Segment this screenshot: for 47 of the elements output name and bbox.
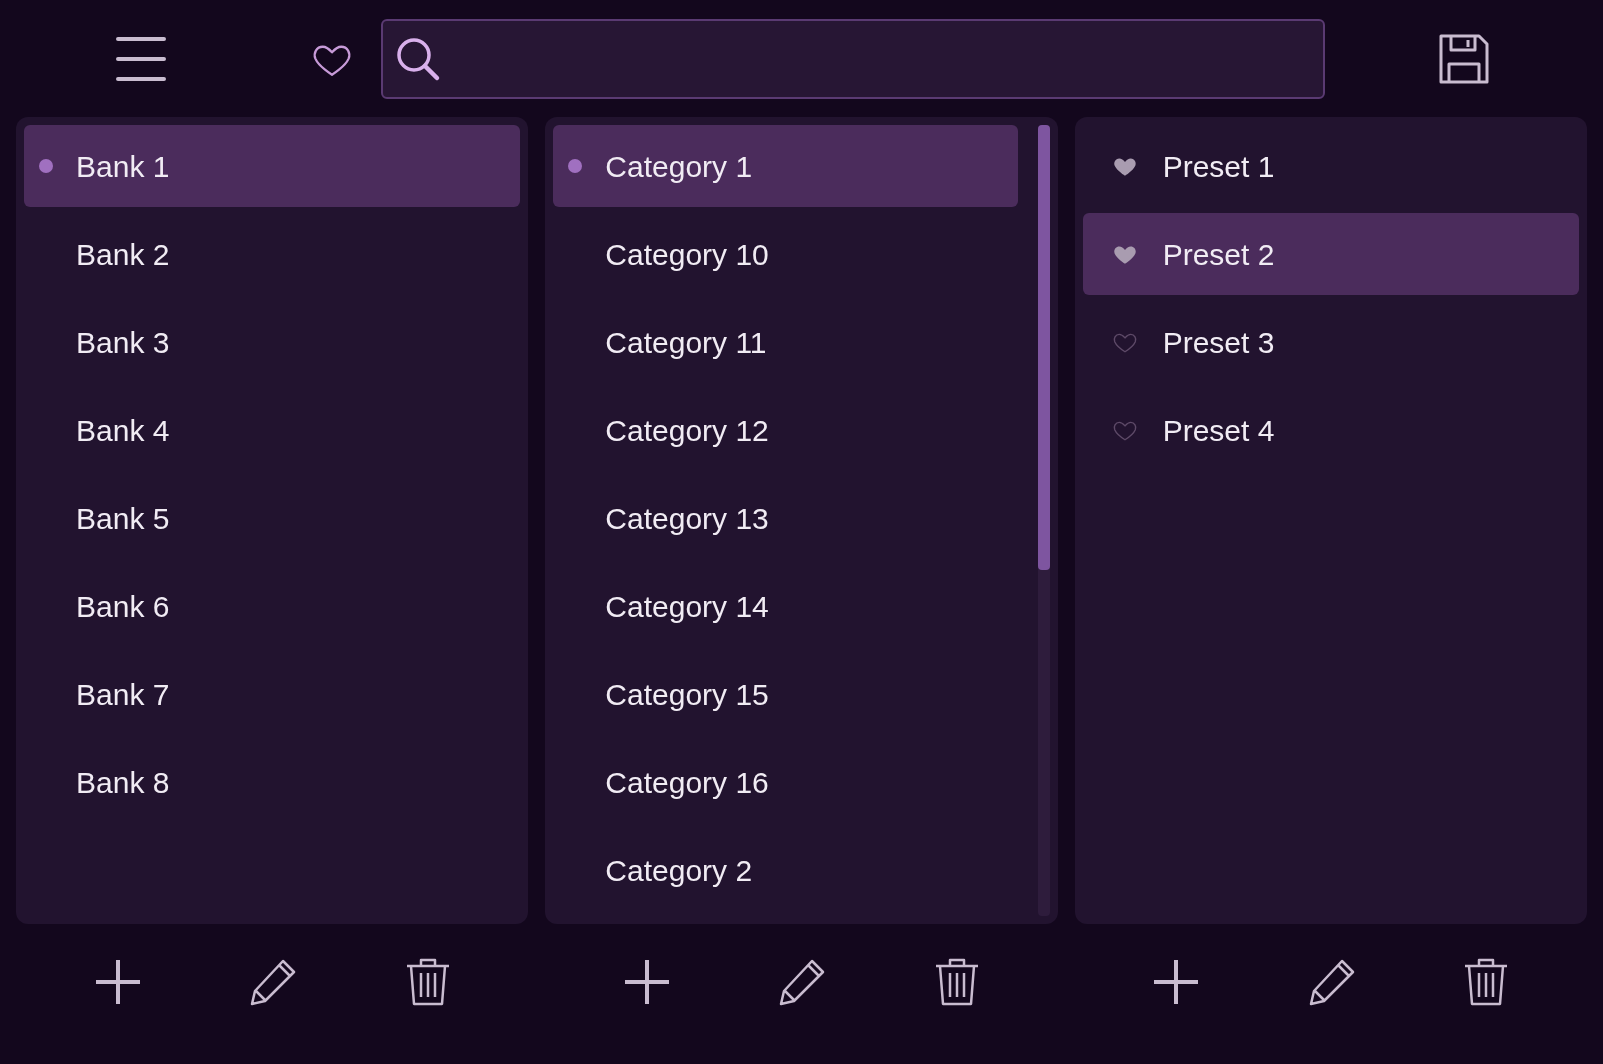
- list-item[interactable]: Bank 5: [24, 477, 521, 559]
- list-item[interactable]: Preset 1: [1082, 125, 1579, 207]
- item-label: Category 11: [605, 324, 767, 361]
- item-label: Category 14: [605, 588, 769, 625]
- item-label: Category 1: [605, 148, 753, 185]
- list-item[interactable]: Preset 4: [1082, 389, 1579, 471]
- search-icon: [395, 35, 441, 82]
- search-field[interactable]: [381, 18, 1325, 99]
- item-label: Bank 8: [76, 764, 170, 801]
- scrollbar[interactable]: [1037, 125, 1050, 916]
- list-item[interactable]: Bank 2: [24, 213, 521, 295]
- item-label: Preset 2: [1162, 236, 1275, 273]
- item-label: Category 10: [605, 236, 769, 273]
- item-label: Category 16: [605, 764, 769, 801]
- list-item[interactable]: Category 13: [553, 477, 1018, 559]
- list-item[interactable]: Category 12: [553, 389, 1018, 471]
- item-label: Bank 7: [76, 676, 170, 713]
- list-item[interactable]: Category 2: [553, 829, 1018, 911]
- item-label: Category 15: [605, 676, 769, 713]
- list-item[interactable]: Bank 7: [24, 653, 521, 735]
- list-item[interactable]: Bank 4: [24, 389, 521, 471]
- list-item[interactable]: Category 15: [553, 653, 1018, 735]
- list-item[interactable]: Category 10: [553, 213, 1018, 295]
- list-item[interactable]: Category 14: [553, 565, 1018, 647]
- item-label: Category 12: [605, 412, 769, 449]
- scrollbar-thumb[interactable]: [1037, 125, 1050, 570]
- item-label: Bank 3: [76, 324, 170, 361]
- list-item[interactable]: Category 16: [553, 741, 1018, 823]
- list-item[interactable]: Bank 6: [24, 565, 521, 647]
- list-item[interactable]: Bank 8: [24, 741, 521, 823]
- list-item[interactable]: Bank 3: [24, 301, 521, 383]
- item-label: Category 13: [605, 500, 769, 537]
- item-label: Bank 4: [76, 412, 170, 449]
- item-label: Bank 1: [76, 148, 170, 185]
- item-label: Preset 1: [1162, 148, 1275, 185]
- list-item[interactable]: Category 11: [553, 301, 1018, 383]
- list-item[interactable]: Preset 3: [1082, 301, 1579, 383]
- list-item[interactable]: Category 1: [553, 125, 1018, 207]
- save-icon[interactable]: [1438, 32, 1490, 85]
- item-label: Bank 5: [76, 500, 170, 537]
- list-item[interactable]: Preset 2: [1082, 213, 1579, 295]
- item-label: Category 2: [605, 852, 753, 889]
- item-label: Bank 2: [76, 236, 170, 273]
- item-label: Preset 4: [1162, 412, 1275, 449]
- item-label: Bank 6: [76, 588, 170, 625]
- item-label: Preset 3: [1162, 324, 1275, 361]
- list-item[interactable]: Bank 1: [24, 125, 521, 207]
